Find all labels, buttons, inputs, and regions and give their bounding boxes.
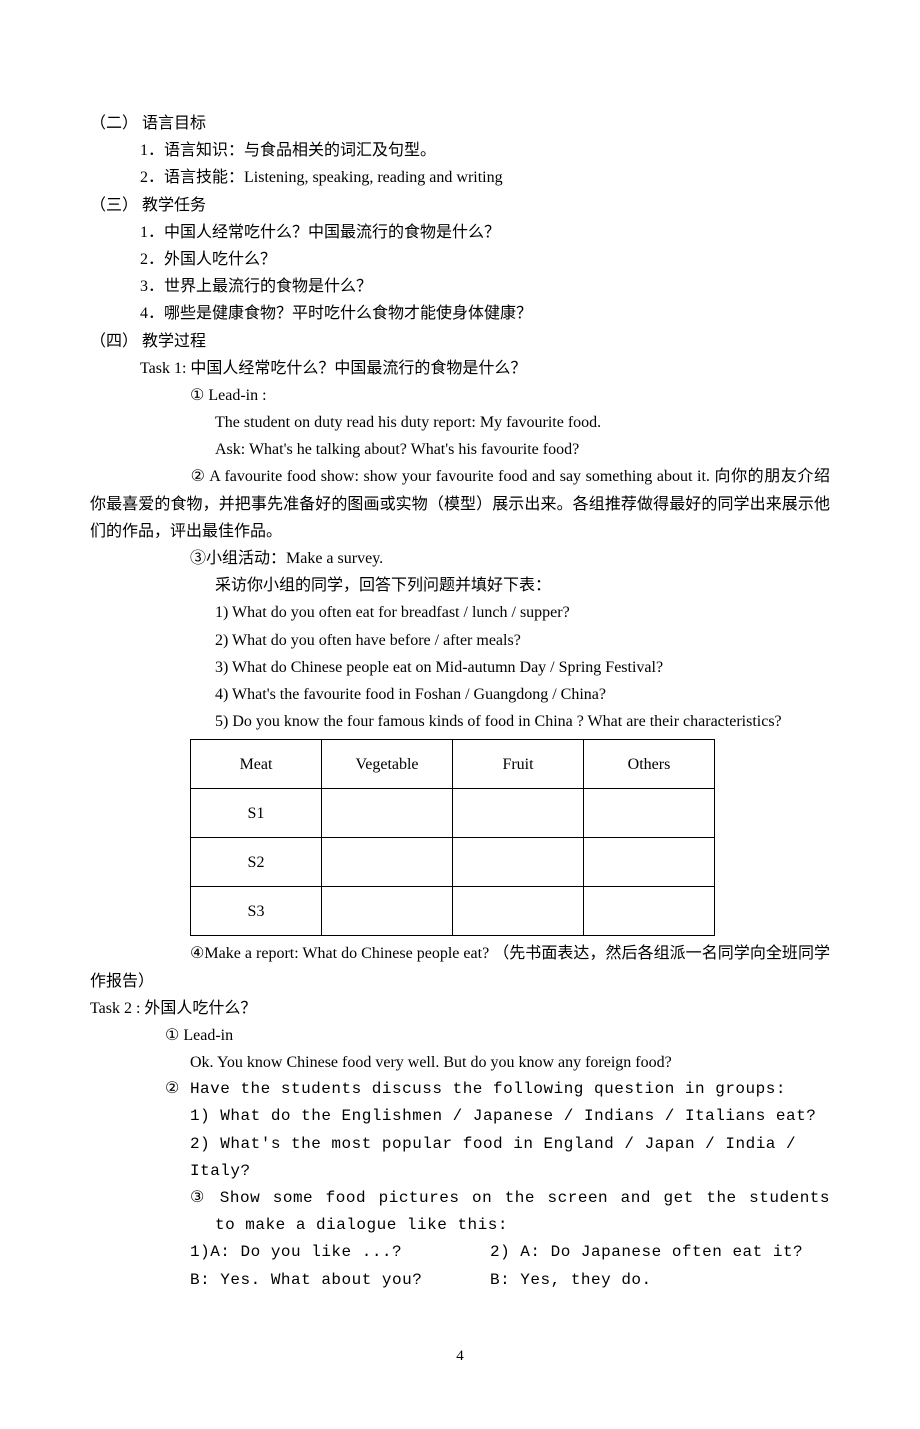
row-s3: S3 <box>191 887 322 936</box>
task2-discuss-q1: 1) What do the Englishmen / Japanese / I… <box>190 1103 830 1130</box>
task1-q4: 4) What's the favourite food in Foshan /… <box>215 681 830 708</box>
cell-empty <box>453 789 584 838</box>
section-4-title: （四） 教学过程 <box>90 328 830 355</box>
th-others: Others <box>584 740 715 789</box>
task1-q3: 3) What do Chinese people eat on Mid-aut… <box>215 654 830 681</box>
task1-p4-text: ④Make a report: What do Chinese people e… <box>90 945 830 989</box>
table-row: S2 <box>191 838 715 887</box>
task1-make-report: ④Make a report: What do Chinese people e… <box>90 940 830 994</box>
table-header-row: Meat Vegetable Fruit Others <box>191 740 715 789</box>
row-s1: S1 <box>191 789 322 838</box>
task2-dialogue-row-1: 1)A: Do you like ...? 2) A: Do Japanese … <box>190 1239 830 1266</box>
cell-empty <box>322 838 453 887</box>
task1-favourite-food-show: ② A favourite food show: show your favou… <box>90 463 830 545</box>
cell-empty <box>322 887 453 936</box>
sec2-item-2: 2．语言技能：Listening, speaking, reading and … <box>140 164 830 191</box>
task1-group-activity: ③小组活动：Make a survey. <box>190 545 830 572</box>
cell-empty <box>453 887 584 936</box>
dialogue-2b: B: Yes, they do. <box>490 1267 652 1294</box>
cell-empty <box>584 887 715 936</box>
table-row: S1 <box>191 789 715 838</box>
sec3-item-4: 4．哪些是健康食物？平时吃什么食物才能使身体健康？ <box>140 300 830 327</box>
survey-table: Meat Vegetable Fruit Others S1 S2 S3 <box>190 739 715 936</box>
task2-discuss-q2: 2) What's the most popular food in Engla… <box>190 1131 830 1185</box>
sec3-item-2: 2．外国人吃什么？ <box>140 246 830 273</box>
task1-q1: 1) What do you often eat for breadfast /… <box>215 599 830 626</box>
task2-title: Task 2 : 外国人吃什么？ <box>90 995 830 1022</box>
task1-title: Task 1: 中国人经常吃什么？中国最流行的食物是什么？ <box>140 355 830 382</box>
sec3-item-3: 3．世界上最流行的食物是什么？ <box>140 273 830 300</box>
row-s2: S2 <box>191 838 322 887</box>
task2-show-pictures: ③ Show some food pictures on the screen … <box>115 1185 830 1239</box>
dialogue-1b: 2) A: Do Japanese often eat it? <box>490 1239 803 1266</box>
th-meat: Meat <box>191 740 322 789</box>
task1-q5-text: 5) Do you know the four famous kinds of … <box>215 713 782 730</box>
task1-leadin: ① Lead-in : <box>190 382 830 409</box>
table-row: S3 <box>191 887 715 936</box>
sec2-item-1: 1．语言知识：与食品相关的词汇及句型。 <box>140 137 830 164</box>
cell-empty <box>584 838 715 887</box>
task1-survey-intro: 采访你小组的同学，回答下列问题并填好下表： <box>215 572 830 599</box>
dialogue-2a: B: Yes. What about you? <box>190 1267 490 1294</box>
task2-dialogue-row-2: B: Yes. What about you? B: Yes, they do. <box>190 1267 830 1294</box>
task1-q2: 2) What do you often have before / after… <box>215 627 830 654</box>
task1-p2-text: ② A favourite food show: show your favou… <box>90 468 830 539</box>
task2-leadin: ① Lead-in <box>165 1022 830 1049</box>
cell-empty <box>453 838 584 887</box>
task1-q5: 5) Do you know the four famous kinds of … <box>90 708 830 735</box>
task2-discuss: ② Have the students discuss the followin… <box>165 1076 830 1103</box>
th-vegetable: Vegetable <box>322 740 453 789</box>
cell-empty <box>584 789 715 838</box>
sec3-item-1: 1．中国人经常吃什么？中国最流行的食物是什么？ <box>140 219 830 246</box>
task1-leadin-a: The student on duty read his duty report… <box>215 409 830 436</box>
page-number: 4 <box>90 1344 830 1370</box>
task2-p3-text: ③ Show some food pictures on the screen … <box>190 1189 830 1234</box>
task1-leadin-b: Ask: What's he talking about? What's his… <box>215 436 830 463</box>
cell-empty <box>322 789 453 838</box>
dialogue-1a: 1)A: Do you like ...? <box>190 1239 490 1266</box>
task2-leadin-a: Ok. You know Chinese food very well. But… <box>190 1049 830 1076</box>
th-fruit: Fruit <box>453 740 584 789</box>
section-3-title: （三） 教学任务 <box>90 192 830 219</box>
section-2-title: （二） 语言目标 <box>90 110 830 137</box>
